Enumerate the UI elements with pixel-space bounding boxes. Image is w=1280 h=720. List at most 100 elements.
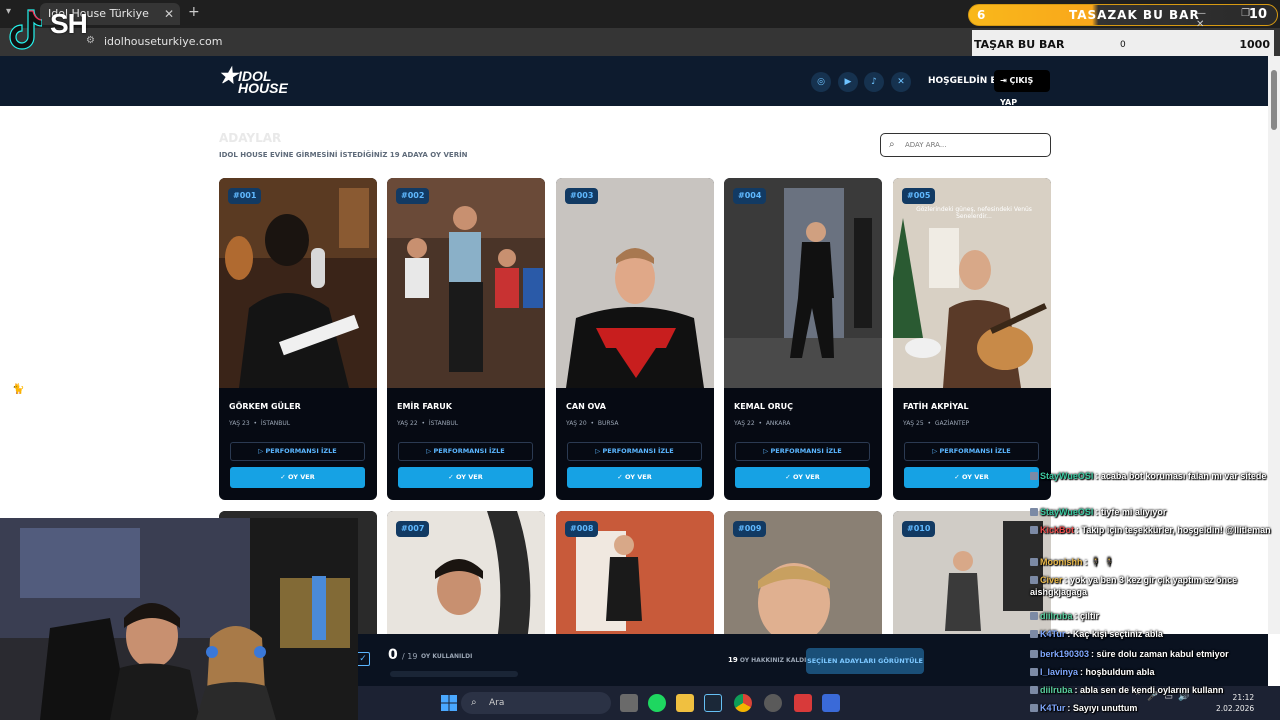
chat-message: K4Tur: Sayıyı unuttum <box>1030 702 1278 714</box>
candidate-name: EMİR FARUK <box>397 402 452 411</box>
votes-used-label: OY KULLANILDI <box>421 653 473 660</box>
x-icon[interactable]: ✕ <box>891 72 911 92</box>
watch-performance-button[interactable]: ▷ PERFORMANSI İZLE <box>398 442 533 461</box>
candidate-photo[interactable] <box>724 178 882 388</box>
chat-text: : Sayıyı unuttum <box>1067 703 1138 713</box>
chat-message: diilruba: çiltir <box>1030 610 1278 622</box>
logout-icon: ⇥ <box>1000 76 1010 85</box>
tab-close-icon[interactable]: ✕ <box>164 3 174 25</box>
chat-badge-icon <box>1030 650 1038 658</box>
check-icon: ✓ <box>954 473 962 481</box>
candidate-search[interactable]: ⌕ <box>880 133 1051 157</box>
candidate-photo[interactable] <box>387 178 545 388</box>
vote-button[interactable]: ✓ OY VER <box>230 467 365 488</box>
vote-button[interactable]: ✓ OY VER <box>567 467 702 488</box>
candidate-card[interactable]: #007 <box>387 511 545 641</box>
check-icon: ✓ <box>448 473 456 481</box>
candidate-photo[interactable] <box>556 178 714 388</box>
vote-button[interactable]: ✓ OY VER <box>398 467 533 488</box>
page-subtitle: IDOL HOUSE EVİNE GİRMESİNİ İSTEDİĞİNİZ 1… <box>219 151 468 159</box>
window-controls[interactable]: — ❐ ✕ <box>1196 8 1280 30</box>
chat-username[interactable]: diilruba <box>1040 685 1073 695</box>
logout-button[interactable]: ⇥ ÇIKIŞ YAP <box>994 70 1050 107</box>
chat-badge-icon <box>1030 576 1038 584</box>
spotify-icon[interactable] <box>648 694 666 712</box>
chat-message: K4Tur: Kaç kişi seçtiniz abla <box>1030 628 1278 640</box>
site-settings-icon[interactable]: ⚙ <box>86 35 98 47</box>
chat-username[interactable]: KickBot <box>1040 525 1074 535</box>
star-icon: ★ <box>218 63 238 88</box>
chat-badge-icon <box>1030 612 1038 620</box>
file-explorer-icon[interactable] <box>676 694 694 712</box>
chat-username[interactable]: K4Tur <box>1040 629 1065 639</box>
chat-message: StayWueOSl: tiyfe mi alıyıyor <box>1030 506 1278 518</box>
chat-username[interactable]: Moonishh <box>1040 557 1083 567</box>
chat-username[interactable]: StayWueOSl <box>1040 507 1093 517</box>
cat-overlay-icon: 🐈 <box>12 384 25 395</box>
chat-message: l_lavinya: hoşbuldum abla <box>1030 666 1278 678</box>
chat-username[interactable]: StayWueOSl <box>1040 471 1093 481</box>
scrollbar-thumb[interactable] <box>1271 70 1277 130</box>
chat-text: : hoşbuldum abla <box>1080 667 1155 677</box>
task-view-icon[interactable] <box>620 694 638 712</box>
remote-desktop-icon[interactable] <box>822 694 840 712</box>
chrome-icon[interactable] <box>734 694 752 712</box>
windows-start-icon[interactable] <box>440 694 458 712</box>
vote-button[interactable]: ✓ OY VER <box>735 467 870 488</box>
check-icon: ✓ <box>617 473 625 481</box>
chat-badge-icon <box>1030 668 1038 676</box>
youtube-icon[interactable]: ▶ <box>838 72 858 92</box>
candidate-number: #001 <box>228 188 262 204</box>
play-icon: ▷ <box>595 447 603 455</box>
search-input[interactable] <box>905 138 1045 152</box>
check-icon: ✓ <box>785 473 793 481</box>
candidate-meta: YAŞ 20 • BURSA <box>566 420 619 427</box>
chat-badge-icon <box>1030 686 1038 694</box>
goal-label: TASAZAK BU BAR <box>1069 8 1200 22</box>
candidate-card: #004 KEMAL ORUÇ YAŞ 22 • ANKARA ▷ PERFOR… <box>724 178 882 500</box>
candidate-card[interactable]: #009 <box>724 511 882 641</box>
watch-performance-button[interactable]: ▷ PERFORMANSI İZLE <box>904 442 1039 461</box>
tasar-max: 1000 <box>1239 38 1270 51</box>
sh-badge: SH <box>50 8 88 39</box>
video-caption: Gözlerindeki güneş, nefesindeki Venüs Se… <box>916 206 1032 220</box>
chat-username[interactable]: diilruba <box>1040 611 1073 621</box>
candidate-card[interactable]: #008 <box>556 511 714 641</box>
instagram-icon[interactable]: ◎ <box>811 72 831 92</box>
chat-text: : abla sen de kendi oylarını kullann <box>1074 685 1224 695</box>
vote-button[interactable]: ✓ OY VER <box>904 467 1039 488</box>
taskbar-search[interactable]: ⌕ Ara <box>461 692 611 714</box>
watch-performance-button[interactable]: ▷ PERFORMANSI İZLE <box>567 442 702 461</box>
search-icon: ⌕ <box>889 139 895 150</box>
chat-text: : süre dolu zaman kabul etmiyor <box>1091 649 1229 659</box>
candidate-photo[interactable] <box>219 178 377 388</box>
streamer-webcam <box>0 518 358 720</box>
play-icon: ▷ <box>426 447 434 455</box>
steam-icon[interactable] <box>704 694 722 712</box>
check-icon: ✓ <box>280 473 288 481</box>
url-text[interactable]: idolhouseturkiye.com <box>104 35 223 48</box>
votes-remaining: 19 OY HAKKINIZ KALDI <box>728 656 807 664</box>
chat-username[interactable]: l_lavinya <box>1040 667 1078 677</box>
candidate-number: #008 <box>565 521 599 537</box>
chat-text: : tiyfe mi alıyıyor <box>1095 507 1167 517</box>
candidate-name: FATİH AKPİYAL <box>903 402 969 411</box>
candidate-number: #005 <box>902 188 936 204</box>
candidate-meta: YAŞ 22 • ANKARA <box>734 420 791 427</box>
watch-performance-button[interactable]: ▷ PERFORMANSI İZLE <box>735 442 870 461</box>
new-tab-button[interactable]: + <box>188 4 200 20</box>
chat-message: berk190303: süre dolu zaman kabul etmiyo… <box>1030 648 1278 660</box>
chat-badge-icon <box>1030 704 1038 712</box>
obs-icon[interactable] <box>764 694 782 712</box>
chat-username[interactable]: berk190303 <box>1040 649 1089 659</box>
chat-message: KickBot: Takip için teşekkürler, hoşgeld… <box>1030 524 1278 536</box>
record-app-icon[interactable] <box>794 694 812 712</box>
tiktok-icon[interactable]: ♪ <box>864 72 884 92</box>
candidate-card: #003 CAN OVA YAŞ 20 • BURSA ▷ PERFORMANS… <box>556 178 714 500</box>
logo-text: IDOL HOUSE <box>238 68 288 96</box>
watch-performance-button[interactable]: ▷ PERFORMANSI İZLE <box>230 442 365 461</box>
show-selected-button[interactable]: SEÇİLEN ADAYLARI GÖRÜNTÜLE <box>806 648 924 674</box>
chat-username[interactable]: Civer <box>1040 575 1063 585</box>
chat-username[interactable]: K4Tur <box>1040 703 1065 713</box>
chat-badge-icon <box>1030 472 1038 480</box>
